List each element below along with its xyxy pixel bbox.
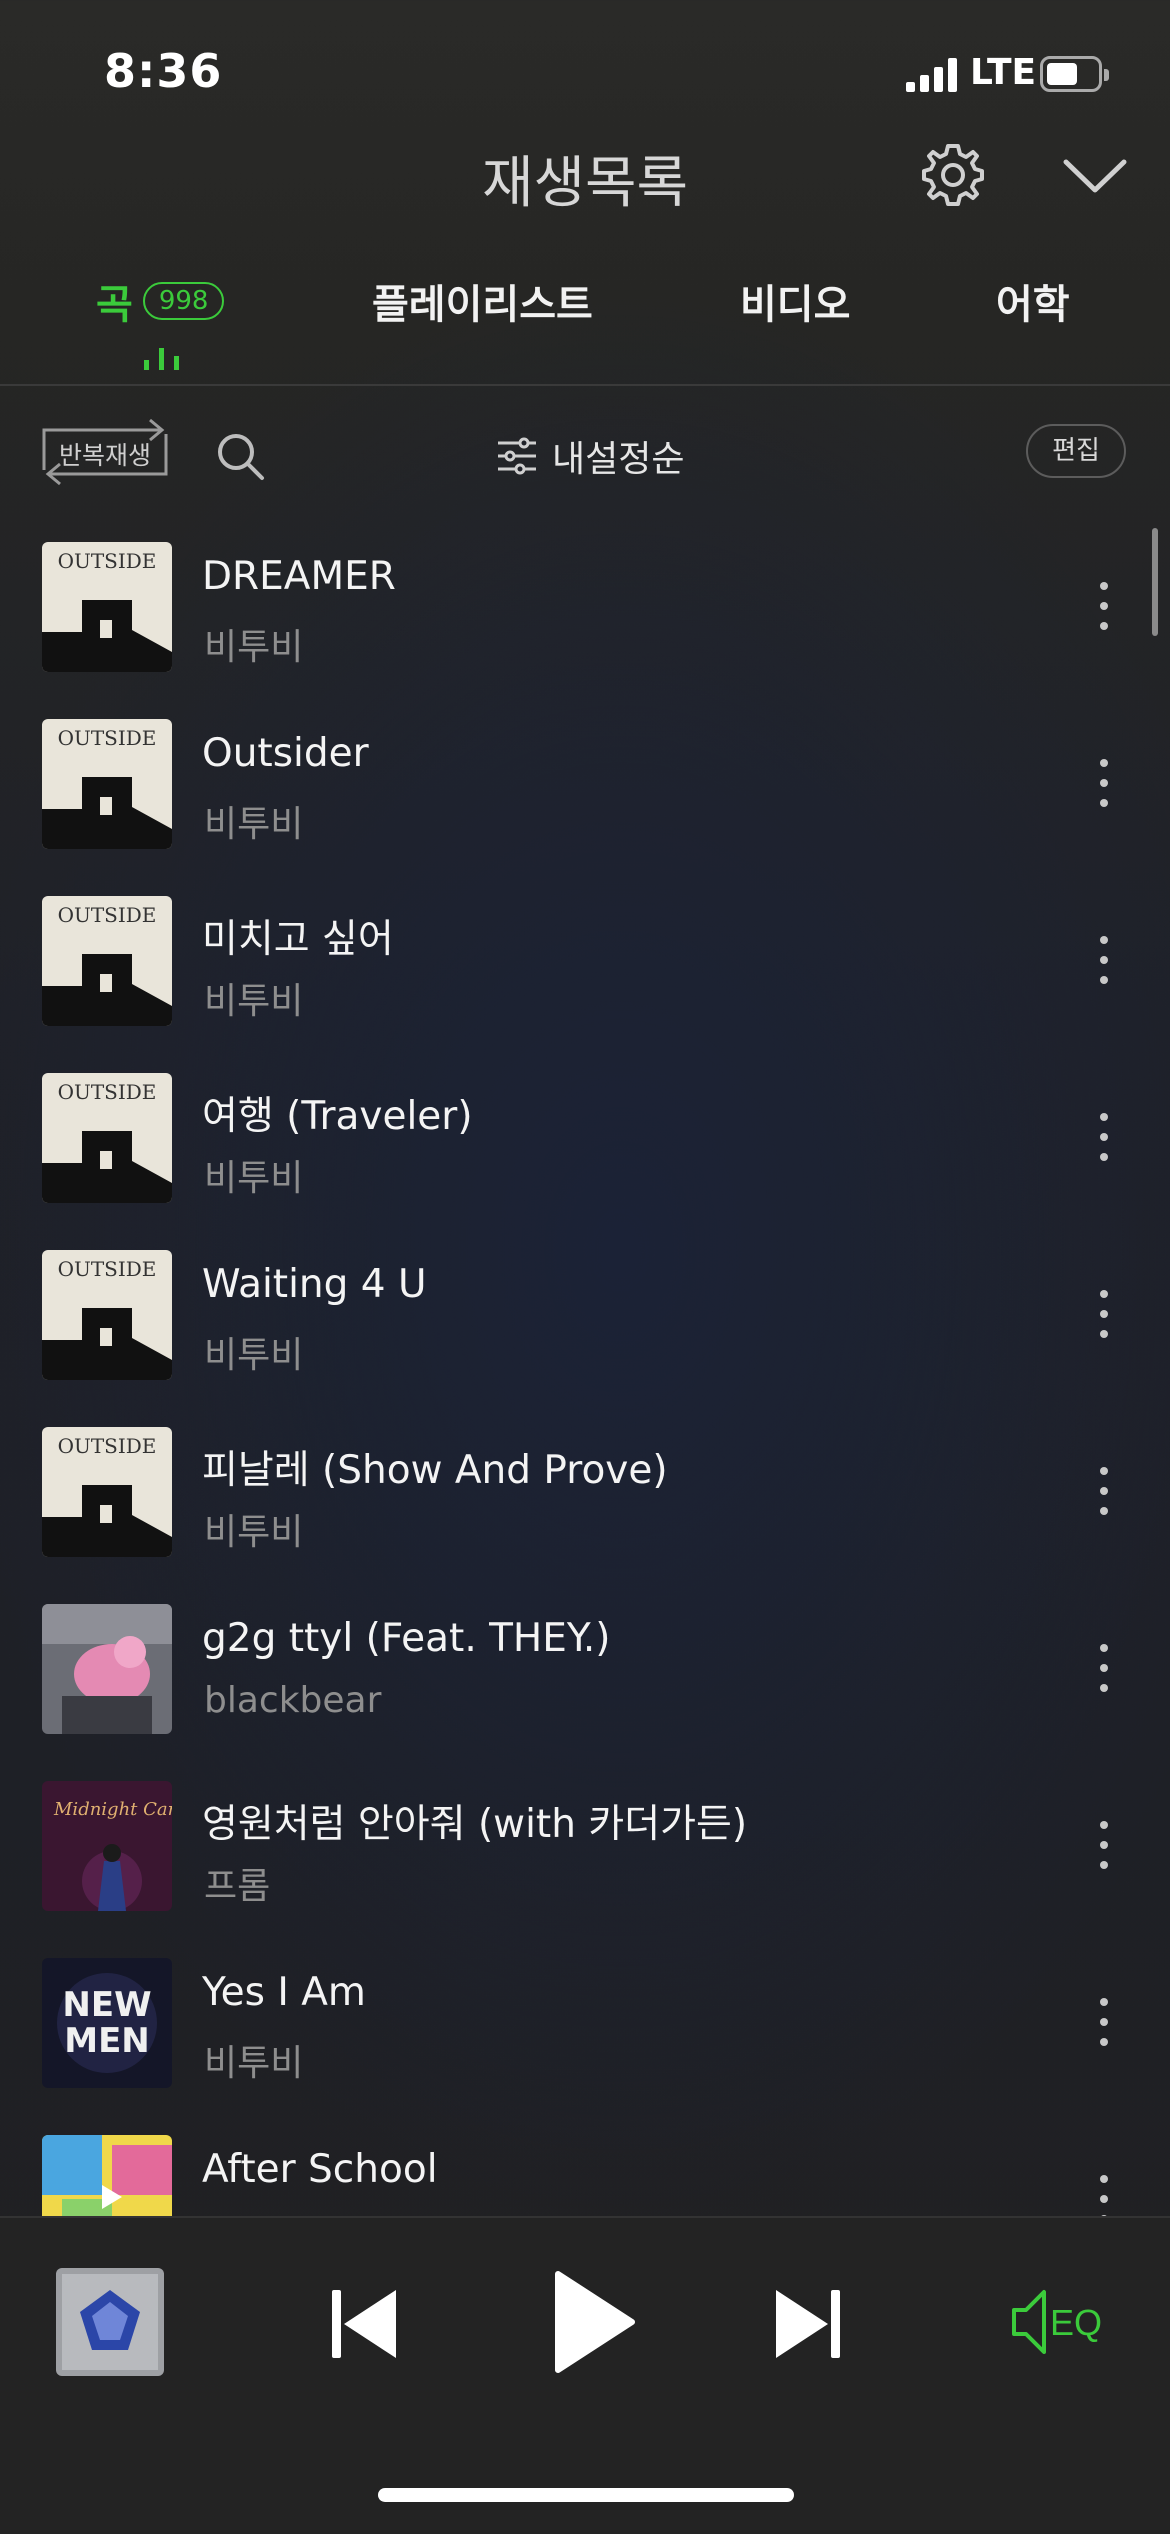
album-text: OUTSIDE: [58, 1434, 157, 1458]
more-options-icon[interactable]: [1092, 582, 1116, 642]
mini-player: EQ: [0, 2216, 1170, 2534]
more-options-icon[interactable]: [1092, 1113, 1116, 1173]
album-text: MEN: [64, 2021, 150, 2061]
edit-button[interactable]: 편집: [1026, 424, 1126, 478]
status-time: 8:36: [104, 44, 223, 98]
page-title: 재생목록: [481, 151, 689, 216]
album-art: NEW MEN: [42, 1958, 172, 2088]
song-artist: 비투비: [204, 627, 304, 668]
tab-songs[interactable]: 곡 998: [96, 272, 225, 330]
song-title: 여행 (Traveler): [202, 1094, 473, 1139]
more-options-icon[interactable]: [1092, 2175, 1116, 2216]
list-item[interactable]: OUTSIDE 미치고 싶어 비투비: [0, 884, 1170, 1061]
equalizer-button[interactable]: EQ: [1010, 2284, 1114, 2360]
sort-label: 내설정순: [552, 439, 685, 480]
song-artist: blackbear: [204, 1680, 382, 1721]
settings-gear-icon[interactable]: [920, 142, 986, 208]
eq-label: EQ: [1050, 2302, 1103, 2343]
more-options-icon[interactable]: [1092, 1467, 1116, 1527]
tab-divider: [0, 384, 1170, 386]
album-art: OUTSIDE: [42, 896, 172, 1026]
network-type: LTE: [970, 52, 1037, 93]
repeat-label: 반복재생: [58, 441, 151, 470]
play-icon[interactable]: [552, 2270, 636, 2374]
list-toolbar: 반복재생 내설정순 편집: [0, 410, 1170, 490]
tab-bar: 곡 998 플레이리스트 비디오 어학: [0, 268, 1170, 378]
album-art: [42, 2135, 172, 2216]
list-item[interactable]: g2g ttyl (Feat. THEY.) blackbear: [0, 1592, 1170, 1769]
song-title: 미치고 싶어: [202, 917, 394, 962]
chevron-down-icon[interactable]: [1060, 150, 1130, 200]
tab-songs-label: 곡: [96, 282, 133, 328]
song-title: 영원처럼 안아줘 (with 카더가든): [202, 1802, 748, 1847]
list-item[interactable]: OUTSIDE Outsider 비투비: [0, 707, 1170, 884]
next-track-icon[interactable]: [772, 2286, 844, 2362]
list-item[interactable]: NEW MEN Yes I Am 비투비: [0, 1946, 1170, 2123]
album-text: Midnight Candy: [53, 1799, 172, 1820]
search-icon[interactable]: [214, 430, 266, 482]
more-options-icon[interactable]: [1092, 936, 1116, 996]
album-art: OUTSIDE: [42, 1427, 172, 1557]
album-art: OUTSIDE: [42, 1073, 172, 1203]
album-text: NEW: [62, 1985, 151, 2025]
song-title: g2g ttyl (Feat. THEY.): [202, 1616, 611, 1661]
song-artist: 비투비: [204, 2043, 304, 2084]
sort-sliders-icon: [498, 437, 536, 475]
song-artist: 비투비: [204, 1512, 304, 1553]
now-playing-art[interactable]: [56, 2268, 164, 2376]
album-text: OUTSIDE: [58, 549, 157, 573]
tab-videos[interactable]: 비디오: [740, 272, 850, 330]
scrollbar[interactable]: [1152, 528, 1158, 636]
list-item[interactable]: OUTSIDE 피날레 (Show And Prove) 비투비: [0, 1415, 1170, 1592]
list-item[interactable]: OUTSIDE DREAMER 비투비: [0, 530, 1170, 707]
album-art: Midnight Candy: [42, 1781, 172, 1911]
song-title: Yes I Am: [202, 1970, 366, 2015]
repeat-button[interactable]: 반복재생: [40, 416, 170, 488]
list-item[interactable]: After School: [0, 2123, 1170, 2216]
tab-playlists[interactable]: 플레이리스트: [372, 272, 593, 330]
more-options-icon[interactable]: [1092, 1290, 1116, 1350]
album-text: OUTSIDE: [58, 903, 157, 927]
cellular-signal-icon: [906, 58, 957, 92]
more-options-icon[interactable]: [1092, 1998, 1116, 2058]
song-list: OUTSIDE DREAMER 비투비 OUTSIDE Outsider 비투비…: [0, 530, 1170, 2216]
battery-icon: [1040, 56, 1109, 92]
home-indicator: [378, 2488, 794, 2502]
album-art: OUTSIDE: [42, 542, 172, 672]
album-art: [42, 1604, 172, 1734]
song-artist: 비투비: [204, 1158, 304, 1199]
album-art: OUTSIDE: [42, 719, 172, 849]
song-title: 피날레 (Show And Prove): [202, 1448, 668, 1493]
song-title: DREAMER: [202, 554, 396, 599]
song-artist: 프롬: [204, 1866, 271, 1907]
song-artist: 비투비: [204, 804, 304, 845]
sort-button[interactable]: 내설정순: [496, 430, 684, 482]
list-item[interactable]: OUTSIDE Waiting 4 U 비투비: [0, 1238, 1170, 1415]
song-artist: 비투비: [204, 981, 304, 1022]
album-art: OUTSIDE: [42, 1250, 172, 1380]
song-title: Waiting 4 U: [202, 1262, 427, 1307]
song-count-badge: 998: [142, 282, 225, 320]
song-title: After School: [202, 2147, 438, 2192]
status-bar: 8:36 LTE: [0, 0, 1170, 150]
more-options-icon[interactable]: [1092, 1644, 1116, 1704]
more-options-icon[interactable]: [1092, 1821, 1116, 1881]
list-item[interactable]: Midnight Candy 영원처럼 안아줘 (with 카더가든) 프롬: [0, 1769, 1170, 1946]
previous-track-icon[interactable]: [328, 2286, 400, 2362]
album-text: OUTSIDE: [58, 1257, 157, 1281]
song-title: Outsider: [202, 731, 369, 776]
playing-indicator-icon: [144, 348, 179, 370]
album-text: OUTSIDE: [58, 726, 157, 750]
more-options-icon[interactable]: [1092, 759, 1116, 819]
song-artist: 비투비: [204, 1335, 304, 1376]
tab-language[interactable]: 어학: [996, 272, 1070, 330]
list-item[interactable]: OUTSIDE 여행 (Traveler) 비투비: [0, 1061, 1170, 1238]
album-text: OUTSIDE: [58, 1080, 157, 1104]
